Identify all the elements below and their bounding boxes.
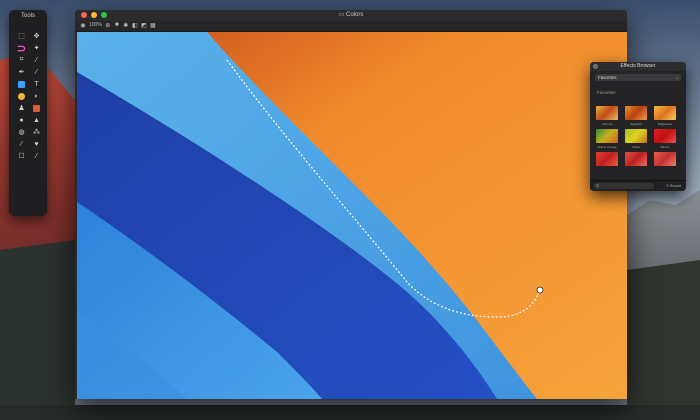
effect-label: Yellow [631,145,641,149]
effect-thumbnail[interactable] [625,106,647,120]
tools-panel: Tools ⬚ ✥ ⊃ ✦ ⌗ ⁄ ✒ ⁄ T ◐ ♟ ● ▲ ◍ ⁂ ⁄ ♥ … [9,10,47,216]
effect-thumbnail[interactable] [596,152,618,166]
category-label: Favorites [597,90,616,95]
effects-search-input[interactable]: ⚲ [594,183,654,189]
image-canvas[interactable] [77,32,627,399]
effect-thumbnail[interactable] [654,152,676,166]
effect-label: Mimics [660,145,670,149]
sharpen-icon[interactable]: ▲ [29,114,44,126]
blur-icon[interactable]: ● [14,114,29,126]
effects-footer: ⚲ 9 Result [590,180,686,191]
window-title: Colors [346,12,364,18]
effect-thumbnail[interactable] [654,129,676,143]
title-bar: ▭ Colors [75,10,627,21]
effect-thumbnail[interactable] [596,106,618,120]
gradient-icon[interactable]: ◐ [29,90,44,102]
sponge-icon[interactable]: ⁂ [29,126,44,138]
selection-icon[interactable]: ⬚ [14,30,29,42]
zoom-tool-icon[interactable]: ⁄ [29,150,44,162]
shape-icon[interactable] [14,78,29,90]
paint-bucket-icon[interactable] [14,90,29,102]
text-icon[interactable]: T [29,78,44,90]
effects-category-dropdown[interactable]: Favorites ⌄ [595,74,681,81]
magnet-selection-icon[interactable]: ⊃ [14,42,29,55]
effect-thumbnail[interactable] [596,129,618,143]
effect-thumbnail[interactable] [654,106,676,120]
search-icon: ⚲ [596,183,599,188]
zoom-icon[interactable]: ⊕ [105,22,111,29]
document-icon: ▭ [338,12,346,18]
share-icon[interactable]: ◩ [141,22,147,29]
navigate-icon[interactable]: ◉ [80,22,86,29]
effect-label: Brightness [657,122,673,126]
effect-label: Sapphire [629,122,642,126]
tools-panel-title: Tools [20,13,35,19]
effect-label: Yellow Orange [597,145,617,149]
effect-label: Chrome [601,122,613,126]
effect-thumbnail[interactable] [625,129,647,143]
pen-icon[interactable]: ✒ [14,66,29,78]
crop-icon[interactable]: ⌗ [14,54,29,66]
hand-icon[interactable]: ☐ [14,150,29,162]
layers-icon[interactable]: ■ [114,22,120,28]
heal-icon[interactable]: ♥ [29,138,44,150]
smudge-icon[interactable]: ⁄ [14,138,29,150]
eyedropper-icon[interactable]: ⁄ [29,54,44,66]
dodge-icon[interactable]: ◍ [14,126,29,138]
dropdown-value: Favorites [598,75,617,80]
magic-wand-icon[interactable]: ✦ [29,42,44,54]
main-window: ▭ Colors ◉ 100% ⊕ ■ ✱ ◧ ◩ ▦ [75,10,627,399]
zoom-level[interactable]: 100% [89,22,102,28]
effects-browser-title: Effects Browser [620,63,656,69]
effects-browser: × Effects Browser Favorites ⌄ Favorites … [590,62,686,191]
chevron-down-icon: ⌄ [675,75,679,80]
brush-icon[interactable]: ⁄ [29,66,44,78]
adjust-icon[interactable]: ✱ [123,22,129,29]
results-count: 9 Result [666,183,681,188]
export-icon[interactable]: ◧ [132,22,138,29]
close-icon[interactable]: × [593,64,598,69]
effect-thumbnail[interactable] [625,152,647,166]
stamp-icon[interactable]: ♟ [14,102,29,114]
eraser-icon[interactable] [29,102,44,114]
settings-icon[interactable]: ▦ [150,22,156,29]
move-icon[interactable]: ✥ [29,30,44,42]
toolbar: ◉ 100% ⊕ ■ ✱ ◧ ◩ ▦ [75,21,627,32]
